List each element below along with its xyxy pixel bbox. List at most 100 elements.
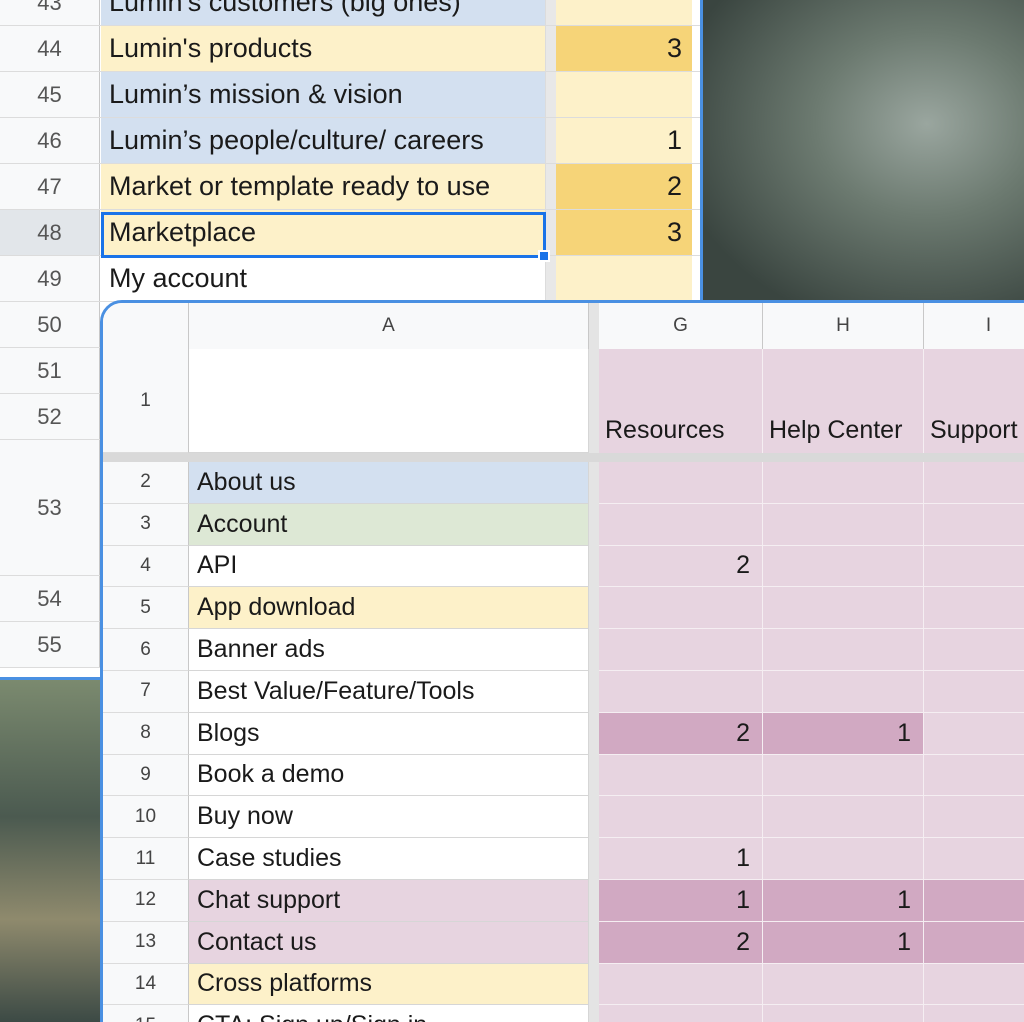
- back-cell-value[interactable]: 2: [556, 164, 692, 209]
- cell-g[interactable]: [599, 1005, 763, 1022]
- cell-i[interactable]: [924, 921, 1024, 964]
- column-header-a[interactable]: A: [189, 303, 589, 349]
- frozen-column-divider[interactable]: [589, 303, 599, 1022]
- cell-i[interactable]: [924, 587, 1024, 630]
- column-header-h[interactable]: H: [763, 303, 924, 349]
- back-cell-value[interactable]: 3: [556, 26, 692, 71]
- row-number[interactable]: 5: [103, 587, 189, 630]
- column-header-i[interactable]: I: [924, 303, 1024, 349]
- back-sheet-row[interactable]: 47 Market or template ready to use 2: [0, 164, 700, 210]
- back-cell-label[interactable]: Lumin's customers (big ones): [101, 0, 546, 25]
- cell-g[interactable]: [599, 671, 763, 713]
- row-number[interactable]: 12: [103, 880, 189, 922]
- cell-h[interactable]: [763, 629, 924, 671]
- cell-h[interactable]: [763, 462, 924, 504]
- cell-g[interactable]: 2: [599, 712, 763, 755]
- fill-handle[interactable]: [538, 250, 550, 262]
- cell-label[interactable]: App download: [189, 587, 589, 630]
- cell-label[interactable]: Cross platforms: [189, 963, 589, 1006]
- header-cell-g[interactable]: Resources: [599, 349, 763, 453]
- row-number[interactable]: 15: [103, 1005, 189, 1022]
- cell-i[interactable]: [924, 712, 1024, 755]
- cell-g[interactable]: [599, 503, 763, 546]
- cell-label[interactable]: Contact us: [189, 921, 589, 964]
- cell-i[interactable]: [924, 503, 1024, 546]
- row-number[interactable]: 47: [0, 164, 100, 209]
- row-number[interactable]: 4: [103, 545, 189, 588]
- back-sheet-row[interactable]: 45 Lumin’s mission & vision: [0, 72, 700, 118]
- cell-i[interactable]: [924, 838, 1024, 880]
- back-sheet-row[interactable]: 49 My account: [0, 256, 700, 302]
- cell-h[interactable]: [763, 754, 924, 797]
- row-number[interactable]: 46: [0, 118, 100, 163]
- cell-i[interactable]: [924, 462, 1024, 504]
- back-sheet-row[interactable]: 43 Lumin's customers (big ones): [0, 0, 700, 26]
- cell-g[interactable]: [599, 462, 763, 504]
- cell-label[interactable]: API: [189, 545, 589, 588]
- row-number[interactable]: 6: [103, 629, 189, 671]
- cell-h[interactable]: 1: [763, 880, 924, 922]
- cell-h[interactable]: [763, 1005, 924, 1022]
- back-cell-value[interactable]: [556, 256, 692, 301]
- cell-label[interactable]: CTA: Sign up/Sign in: [189, 1005, 589, 1022]
- frozen-row-divider[interactable]: [103, 453, 1024, 462]
- cell-label[interactable]: Blogs: [189, 712, 589, 755]
- cell-i[interactable]: [924, 1005, 1024, 1022]
- cell-h[interactable]: 1: [763, 712, 924, 755]
- cell-i[interactable]: [924, 671, 1024, 713]
- back-cell-label[interactable]: My account: [101, 256, 546, 301]
- cell-i[interactable]: [924, 545, 1024, 588]
- cell-label[interactable]: Book a demo: [189, 754, 589, 797]
- cell-i[interactable]: [924, 796, 1024, 839]
- row-number[interactable]: 49: [0, 256, 100, 301]
- cell-h[interactable]: 1: [763, 921, 924, 964]
- cell-i[interactable]: [924, 880, 1024, 922]
- cell-i[interactable]: [924, 754, 1024, 797]
- header-cell-i[interactable]: Support: [924, 349, 1024, 453]
- row-number[interactable]: 43: [0, 0, 100, 25]
- cell-g[interactable]: [599, 629, 763, 671]
- row-number[interactable]: 10: [103, 796, 189, 839]
- row-number[interactable]: 11: [103, 838, 189, 880]
- cell-h[interactable]: [763, 671, 924, 713]
- row-number[interactable]: 14: [103, 963, 189, 1006]
- row-number[interactable]: 53: [0, 440, 100, 575]
- row-number[interactable]: 44: [0, 26, 100, 71]
- row-number[interactable]: 55: [0, 622, 100, 667]
- back-cell-value[interactable]: [556, 72, 692, 117]
- cell-h[interactable]: [763, 963, 924, 1006]
- row-number[interactable]: 7: [103, 671, 189, 713]
- cell-g[interactable]: 1: [599, 838, 763, 880]
- cell-h[interactable]: [763, 587, 924, 630]
- back-cell-value[interactable]: [556, 0, 692, 25]
- back-cell-label[interactable]: Market or template ready to use: [101, 164, 546, 209]
- cell-g[interactable]: 2: [599, 921, 763, 964]
- cell-i[interactable]: [924, 963, 1024, 1006]
- cell-label[interactable]: Case studies: [189, 838, 589, 880]
- row-number[interactable]: 9: [103, 754, 189, 797]
- cell-label[interactable]: Banner ads: [189, 629, 589, 671]
- header-cell-h[interactable]: Help Center: [763, 349, 924, 453]
- row-number[interactable]: 3: [103, 503, 189, 546]
- back-cell-label[interactable]: Lumin’s mission & vision: [101, 72, 546, 117]
- cell-label[interactable]: Chat support: [189, 880, 589, 922]
- row-number[interactable]: 8: [103, 712, 189, 755]
- cell-label[interactable]: Buy now: [189, 796, 589, 839]
- cell-g[interactable]: [599, 796, 763, 839]
- row-number[interactable]: 54: [0, 576, 100, 621]
- back-cell-label[interactable]: Marketplace: [101, 210, 546, 255]
- cell-g[interactable]: [599, 754, 763, 797]
- back-sheet-row[interactable]: 48 Marketplace 3: [0, 210, 700, 256]
- column-header-g[interactable]: G: [599, 303, 763, 349]
- back-cell-label[interactable]: Lumin's products: [101, 26, 546, 71]
- back-sheet-row[interactable]: 46 Lumin’s people/culture/ careers 1: [0, 118, 700, 164]
- cell-h[interactable]: [763, 545, 924, 588]
- row-number[interactable]: 51: [0, 348, 100, 393]
- cell-h[interactable]: [763, 503, 924, 546]
- row-number[interactable]: 2: [103, 462, 189, 504]
- row-number[interactable]: 1: [103, 349, 189, 453]
- row-number[interactable]: 48: [0, 210, 100, 255]
- select-all-corner[interactable]: [103, 303, 189, 349]
- row-number[interactable]: 52: [0, 394, 100, 439]
- cell-label[interactable]: About us: [189, 462, 589, 504]
